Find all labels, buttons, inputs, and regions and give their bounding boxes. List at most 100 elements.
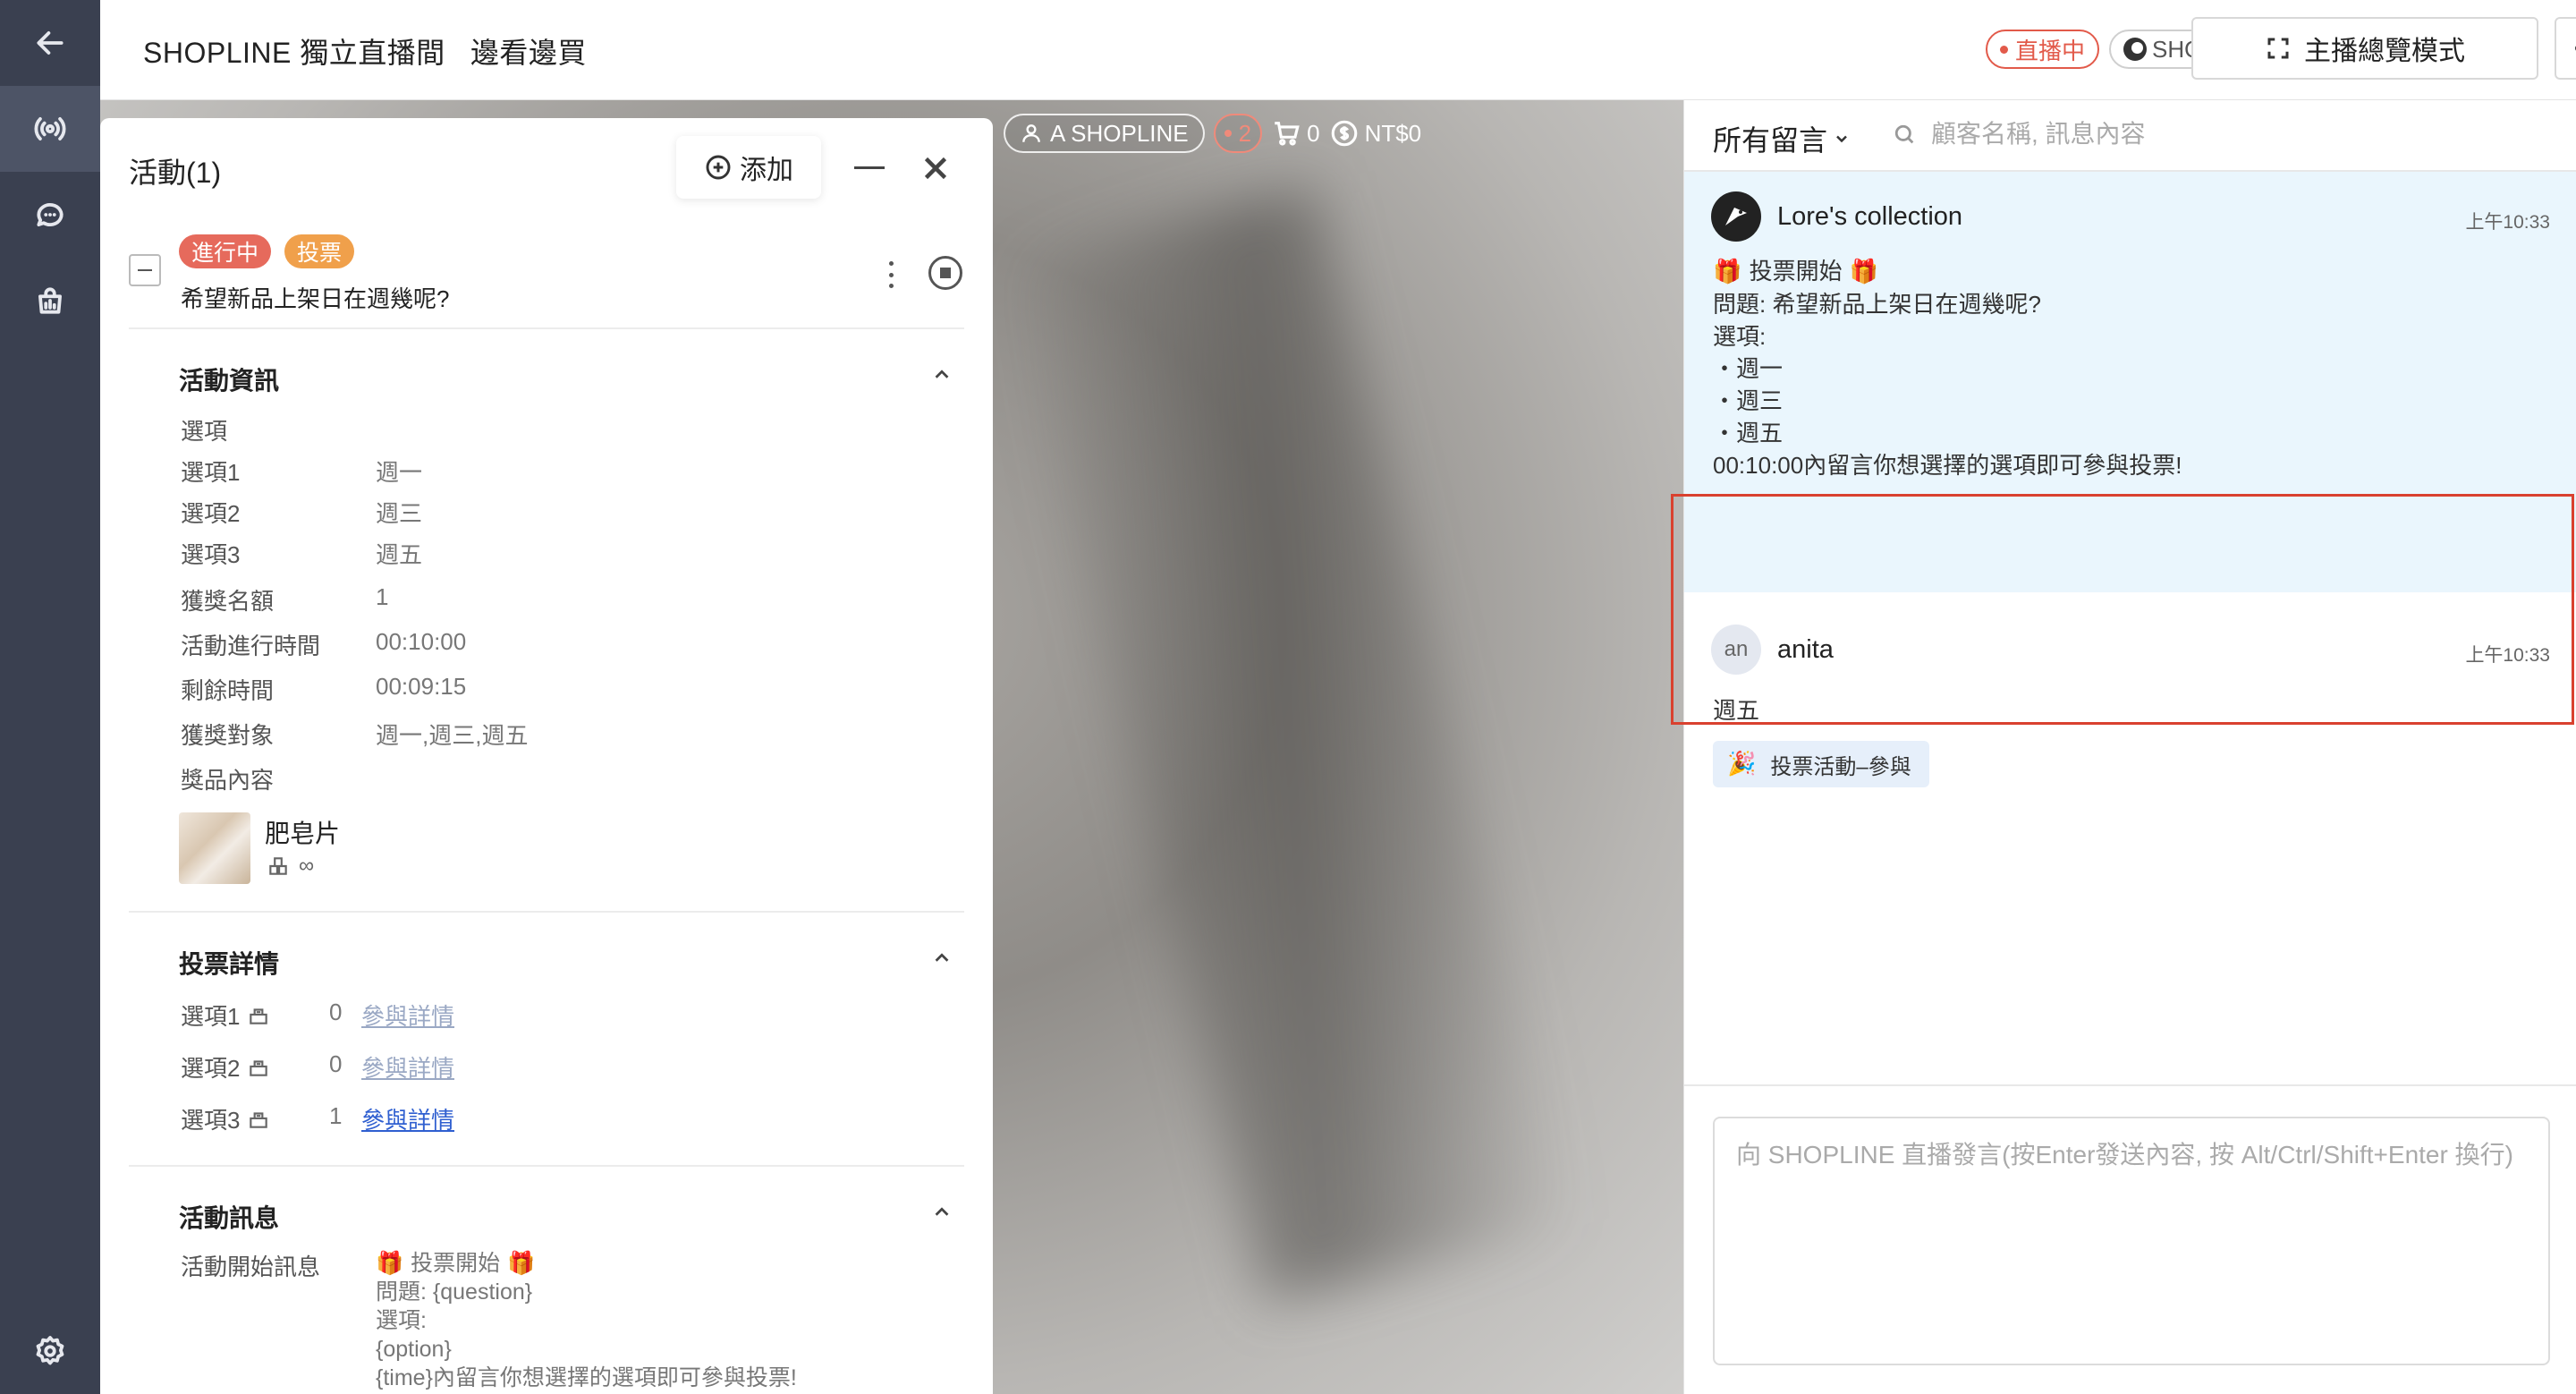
votes-section-toggle[interactable] xyxy=(932,948,952,968)
template-line: 問題: {question} xyxy=(376,1279,533,1305)
info-label: 選項2 xyxy=(181,500,241,527)
collapse-activity-toggle[interactable] xyxy=(129,254,161,286)
viewers-dot-icon xyxy=(1224,130,1232,137)
vote-option-label: 選項3 xyxy=(181,1102,270,1135)
close-icon xyxy=(924,157,947,180)
prize-image xyxy=(179,812,250,884)
back-button[interactable] xyxy=(0,0,100,86)
shopline-logo-icon xyxy=(2123,38,2147,61)
broadcast-icon xyxy=(34,117,66,140)
account-label: A SHOPLINE xyxy=(1050,119,1189,147)
vote-count: 0 xyxy=(329,999,343,1025)
message-line: 選項: xyxy=(1713,323,1767,350)
user-icon xyxy=(1022,124,1040,142)
info-label: 選項3 xyxy=(181,541,241,568)
add-activity-label: 添加 xyxy=(740,156,793,185)
nav-rail xyxy=(0,0,100,1394)
chat-panel: 所有留言 Lore's collection 上午10:33 🎁 投票開始 🎁 … xyxy=(1683,100,2576,1394)
message-section-toggle[interactable] xyxy=(932,1203,952,1222)
arrow-left-icon xyxy=(37,31,64,55)
inventory-icon xyxy=(269,857,287,875)
viewers-count: 2 xyxy=(1238,119,1252,147)
plus-circle-icon xyxy=(706,155,731,180)
dot-icon xyxy=(888,272,894,277)
account-pill: A SHOPLINE xyxy=(1004,114,1205,153)
revenue-amount: NT$0 xyxy=(1364,119,1422,147)
message-line: 00:10:00內留言你想選擇的選項即可參與投票! xyxy=(1713,452,2182,479)
chat-search-input[interactable] xyxy=(1931,120,2468,149)
status-tag: 進行中 xyxy=(179,234,272,268)
vote-option-text: 選項1 xyxy=(181,1003,241,1030)
live-dot-icon xyxy=(2000,45,2008,54)
host-overview-label: 主播總覽模式 xyxy=(2304,37,2465,66)
share-button[interactable] xyxy=(2555,17,2576,80)
info-value: 1 xyxy=(376,583,389,610)
template-line: {option} xyxy=(376,1337,452,1362)
compose-area xyxy=(1684,1084,2576,1394)
settings-button[interactable] xyxy=(0,1308,100,1394)
coin-icon xyxy=(1331,120,1357,147)
vote-details-link[interactable]: 參與詳情 xyxy=(361,999,454,1032)
activity-panel-title: 活動(1) xyxy=(129,157,222,189)
chat-search xyxy=(1892,120,2468,149)
info-value: 00:09:15 xyxy=(376,673,467,700)
message-line: ・週一 xyxy=(1713,355,1784,382)
cart-stat: 0 xyxy=(1271,118,1320,149)
options-header: 選項 xyxy=(181,418,228,445)
vote-count: 1 xyxy=(329,1102,343,1129)
revenue-stat: NT$0 xyxy=(1329,118,1422,149)
stop-activity-button[interactable] xyxy=(928,256,962,290)
nav-chat-button[interactable] xyxy=(0,172,100,258)
prize-name: 肥皂片 xyxy=(265,820,341,847)
host-overview-button[interactable]: 主播總覽模式 xyxy=(2191,17,2538,80)
info-label: 剩餘時間 xyxy=(181,677,275,704)
nav-live-button[interactable] xyxy=(0,86,100,172)
dot-icon xyxy=(888,284,894,288)
shopping-stats-icon xyxy=(38,287,62,314)
type-tag: 投票 xyxy=(284,234,355,268)
page-title: SHOPLINE 獨立直播間 邊看邊買 xyxy=(143,37,587,69)
comment-filter-dropdown[interactable]: 所有留言 xyxy=(1713,118,1851,159)
prize-qty: ∞ xyxy=(299,854,315,878)
comment-filter-label: 所有留言 xyxy=(1713,124,1828,157)
nav-stats-button[interactable] xyxy=(0,258,100,344)
info-label: 獲獎對象 xyxy=(181,722,275,749)
close-panel-button[interactable] xyxy=(919,152,952,184)
minimize-button[interactable] xyxy=(850,154,889,181)
vote-option-text: 選項2 xyxy=(181,1055,241,1082)
vote-count: 0 xyxy=(329,1050,343,1077)
ballot-box-icon xyxy=(250,1007,268,1024)
template-line: 選項: xyxy=(376,1308,427,1333)
activity-panel: 活動(1) 添加 進行中 投票 希望新品上架日在週幾呢? 活動資訊 選項 選項1… xyxy=(100,118,993,1394)
bird-logo-icon xyxy=(1725,208,1747,225)
host-message-body: 🎁 投票開始 🎁 問題: 希望新品上架日在週幾呢? 選項: ・週一 ・週三 ・週… xyxy=(1713,256,2182,481)
more-options-button[interactable] xyxy=(886,261,896,288)
chat-message-input[interactable] xyxy=(1715,1118,2548,1364)
info-value: 週三 xyxy=(376,500,423,527)
prize-meta: ∞ xyxy=(267,854,314,879)
message-line: ・週三 xyxy=(1713,387,1784,414)
compose-box xyxy=(1713,1117,2550,1365)
chevron-down-icon xyxy=(1836,135,1847,143)
vote-option-text: 選項3 xyxy=(181,1107,241,1134)
minus-icon xyxy=(854,166,885,169)
minus-icon xyxy=(138,269,152,271)
info-value: 週一,週三,週五 xyxy=(376,722,529,749)
cart-count: 0 xyxy=(1307,119,1320,147)
vote-details-link[interactable]: 參與詳情 xyxy=(361,1102,454,1135)
chevron-up-icon xyxy=(935,370,949,378)
divider xyxy=(129,911,964,913)
chevron-up-icon xyxy=(935,953,949,962)
divider xyxy=(129,1165,964,1167)
highlight-box xyxy=(1671,494,2574,725)
vote-details-link[interactable]: 參與詳情 xyxy=(361,1050,454,1084)
info-section-toggle[interactable] xyxy=(932,365,952,385)
gear-icon xyxy=(36,1336,64,1365)
chat-bubble-icon xyxy=(37,203,64,226)
message-line: 問題: 希望新品上架日在週幾呢? xyxy=(1713,291,2041,318)
info-section-title: 活動資訊 xyxy=(179,367,280,395)
prize-header: 獎品內容 xyxy=(181,767,275,794)
vote-participation-tag: 🎉 投票活動–參與 xyxy=(1713,741,1929,787)
top-header: SHOPLINE 獨立直播間 邊看邊買 直播中 SHOPLINE 主播總覽模式 xyxy=(100,0,2576,100)
add-activity-button[interactable]: 添加 xyxy=(676,136,821,199)
